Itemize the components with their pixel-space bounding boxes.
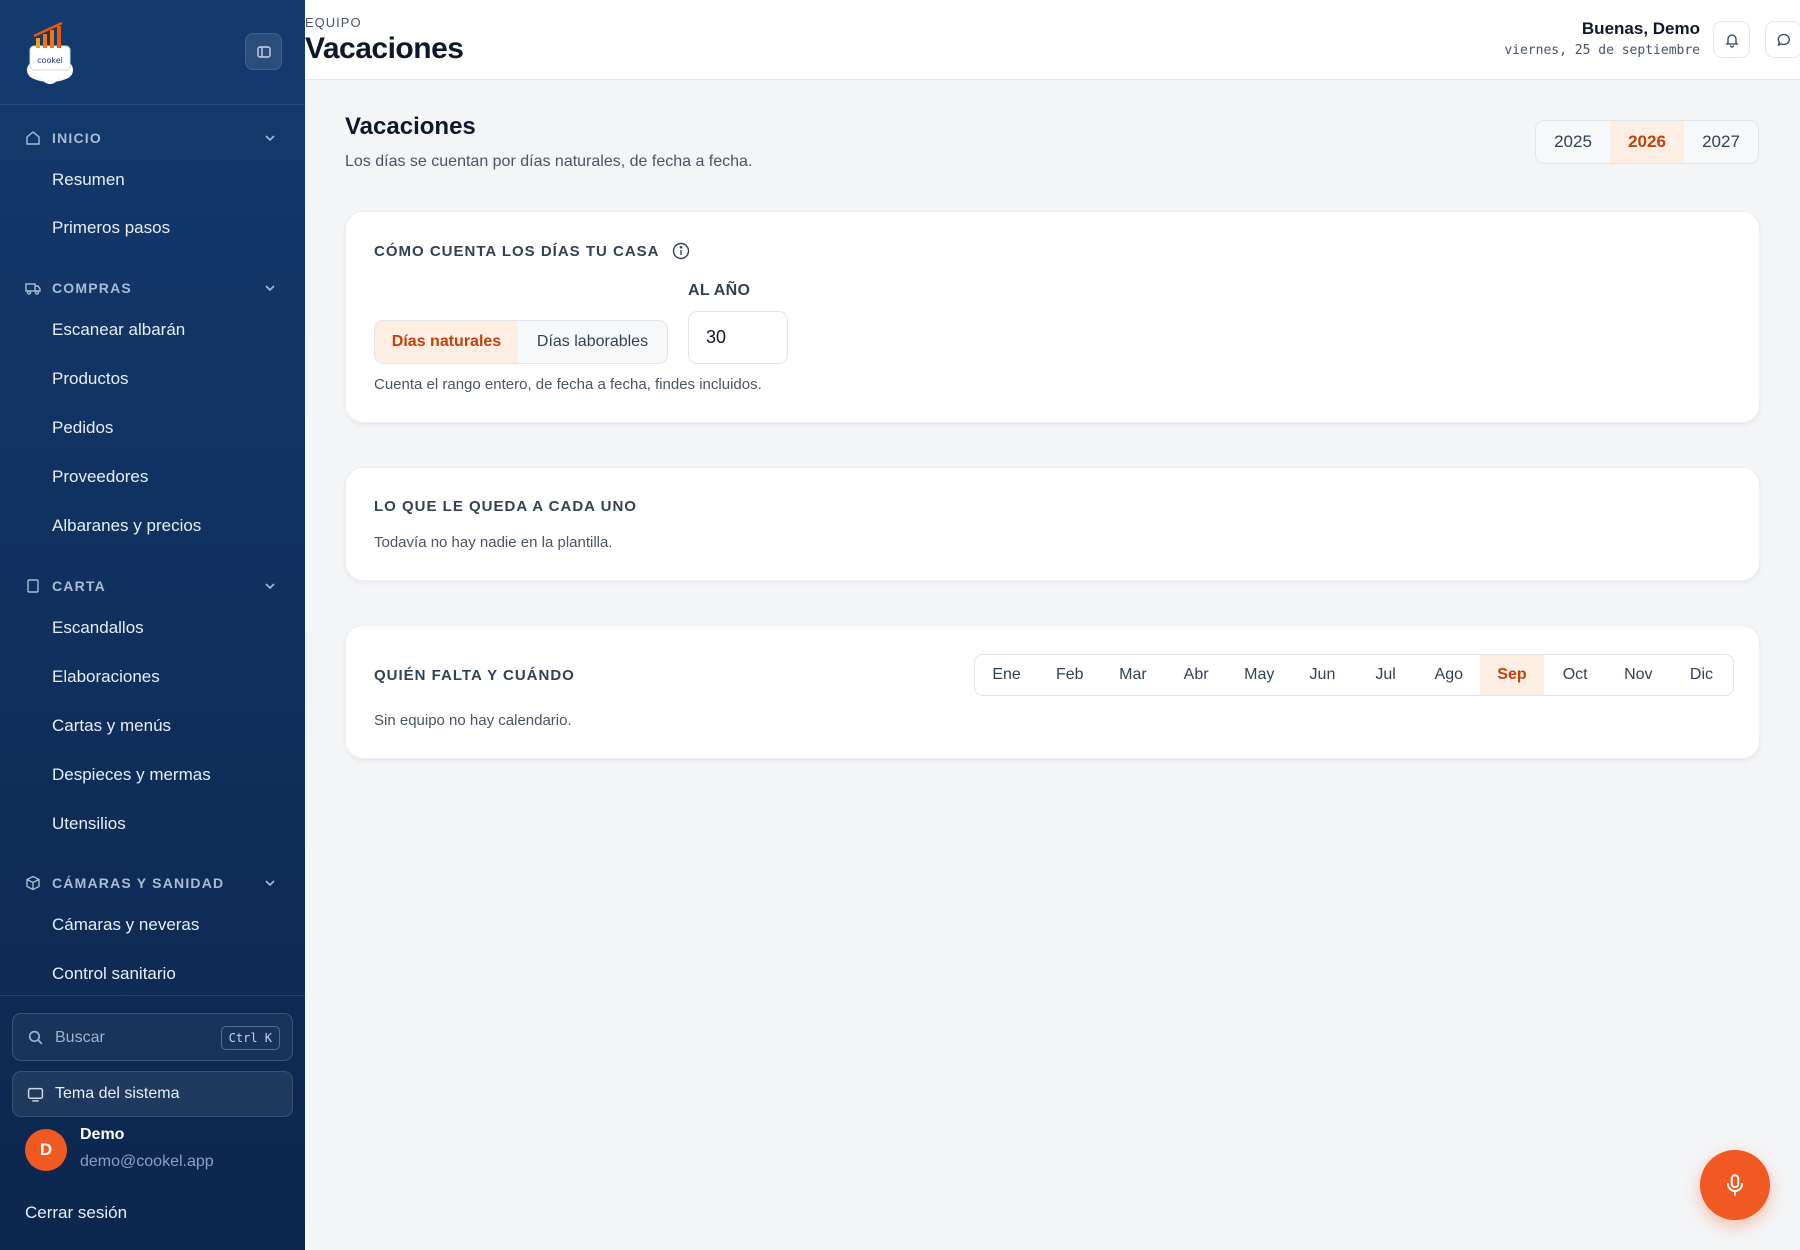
- avatar[interactable]: D: [25, 1129, 67, 1171]
- sidebar-item-primeros-pasos[interactable]: Primeros pasos: [52, 218, 170, 238]
- chevron-down-icon: [265, 583, 275, 590]
- page-subtitle: Los días se cuentan por días naturales, …: [345, 153, 753, 170]
- chevron-down-icon: [265, 285, 275, 292]
- logo-text: cookel: [37, 56, 63, 65]
- cookel-logo[interactable]: cookel: [22, 20, 78, 84]
- sidebar-item-albaranes-precios[interactable]: Albaranes y precios: [52, 516, 201, 536]
- remaining-days-card: LO QUE LE QUEDA A CADA UNO Todavía no ha…: [345, 467, 1760, 581]
- section-label: CÁMARAS Y SANIDAD: [52, 875, 225, 891]
- sidebar-footer: Buscar Ctrl K Tema del sistema D Demo de…: [0, 995, 305, 1250]
- user-name: Demo: [80, 1126, 125, 1143]
- absence-calendar-card: QUIÉN FALTA Y CUÁNDO Ene Feb Mar Abr May…: [345, 625, 1760, 759]
- section-label: INICIO: [52, 130, 102, 146]
- search-button[interactable]: Buscar Ctrl K: [12, 1013, 293, 1061]
- section-carta[interactable]: CARTA: [0, 566, 305, 606]
- header-title: Vacaciones: [305, 32, 464, 65]
- breadcrumb: EQUIPO: [305, 15, 362, 30]
- sidebar-item-cartas-menus[interactable]: Cartas y menús: [52, 716, 171, 736]
- sidebar-item-productos[interactable]: Productos: [52, 369, 129, 389]
- collapse-sidebar-button[interactable]: [245, 33, 282, 70]
- month-option-mar[interactable]: Mar: [1101, 655, 1164, 695]
- chat-button[interactable]: [1765, 21, 1800, 58]
- page-title: Vacaciones: [345, 113, 476, 140]
- theme-label: Tema del sistema: [55, 1085, 180, 1102]
- top-header: EQUIPO Vacaciones Buenas, Demo viernes, …: [305, 0, 1800, 80]
- month-option-feb[interactable]: Feb: [1038, 655, 1101, 695]
- month-option-nov[interactable]: Nov: [1607, 655, 1670, 695]
- month-option-sep[interactable]: Sep: [1480, 655, 1544, 695]
- card-title: QUIÉN FALTA Y CUÁNDO: [374, 667, 575, 684]
- per-year-label: AL AÑO: [688, 282, 751, 299]
- voice-input-button[interactable]: [1700, 1150, 1770, 1220]
- sidebar-item-proveedores[interactable]: Proveedores: [52, 467, 148, 487]
- sidebar-item-utensilios[interactable]: Utensilios: [52, 814, 126, 834]
- theme-toggle-button[interactable]: Tema del sistema: [12, 1071, 293, 1117]
- per-year-input[interactable]: [688, 311, 788, 364]
- sidebar-item-control-sanitario[interactable]: Control sanitario: [52, 964, 176, 984]
- search-placeholder: Buscar: [55, 1029, 105, 1046]
- year-selector: 2025 2026 2027: [1535, 120, 1759, 164]
- sidebar-toggle-icon: [256, 45, 271, 58]
- sidebar-item-pedidos[interactable]: Pedidos: [52, 418, 113, 438]
- month-option-ago[interactable]: Ago: [1417, 655, 1480, 695]
- year-option-2026[interactable]: 2026: [1610, 121, 1684, 163]
- current-date: viernes, 25 de septiembre: [1504, 43, 1700, 58]
- card-title: LO QUE LE QUEDA A CADA UNO: [374, 498, 637, 515]
- empty-state-text: Todavía no hay nadie en la plantilla.: [374, 534, 613, 551]
- year-option-2027[interactable]: 2027: [1684, 121, 1758, 163]
- section-label: COMPRAS: [52, 280, 132, 296]
- empty-state-text: Sin equipo no hay calendario.: [374, 712, 572, 729]
- year-option-2025[interactable]: 2025: [1536, 121, 1610, 163]
- month-option-jul[interactable]: Jul: [1354, 655, 1417, 695]
- greeting: Buenas, Demo: [1581, 19, 1700, 38]
- logout-link[interactable]: Cerrar sesión: [25, 1203, 127, 1223]
- search-shortcut: Ctrl K: [220, 1026, 280, 1050]
- chevron-down-icon: [265, 880, 275, 887]
- sidebar-item-elaboraciones[interactable]: Elaboraciones: [52, 667, 160, 687]
- month-option-ene[interactable]: Ene: [975, 655, 1038, 695]
- sidebar-item-camaras-neveras[interactable]: Cámaras y neveras: [52, 915, 199, 935]
- chevron-down-icon: [265, 135, 275, 142]
- truck-icon: [25, 283, 41, 295]
- home-icon: [26, 131, 40, 145]
- section-camaras-sanidad[interactable]: CÁMARAS Y SANIDAD: [0, 863, 305, 903]
- day-mode-hint: Cuenta el rango entero, de fecha a fecha…: [374, 376, 762, 393]
- month-option-oct[interactable]: Oct: [1544, 655, 1607, 695]
- sidebar-item-resumen[interactable]: Resumen: [52, 170, 125, 190]
- mode-option-laborables[interactable]: Días laborables: [518, 321, 667, 363]
- sidebar-nav: INICIO Resumen Primeros pasos COMPRAS Es…: [0, 105, 305, 995]
- month-option-dic[interactable]: Dic: [1670, 655, 1733, 695]
- monitor-icon: [27, 1087, 44, 1102]
- card-title: CÓMO CUENTA LOS DÍAS TU CASA: [374, 242, 690, 260]
- microphone-icon: [1726, 1174, 1744, 1196]
- chat-bubble-icon: [1776, 33, 1790, 46]
- sidebar-item-escanear-albaran[interactable]: Escanear albarán: [52, 320, 185, 340]
- sidebar-header: cookel: [0, 0, 305, 105]
- mode-option-naturales[interactable]: Días naturales: [375, 321, 518, 363]
- day-count-card: CÓMO CUENTA LOS DÍAS TU CASA Días natura…: [345, 211, 1760, 423]
- search-icon: [28, 1030, 43, 1045]
- sidebar: cookel INICIO Resumen Primeros pasos COM…: [0, 0, 305, 1250]
- month-option-abr[interactable]: Abr: [1165, 655, 1228, 695]
- section-inicio[interactable]: INICIO: [0, 118, 305, 158]
- section-label: CARTA: [52, 578, 106, 594]
- sidebar-item-despieces-mermas[interactable]: Despieces y mermas: [52, 765, 211, 785]
- box-icon: [26, 875, 40, 891]
- section-compras[interactable]: COMPRAS: [0, 268, 305, 308]
- month-option-jun[interactable]: Jun: [1291, 655, 1354, 695]
- day-mode-selector: Días naturales Días laborables: [374, 320, 668, 364]
- sidebar-item-escandallos[interactable]: Escandallos: [52, 618, 144, 638]
- bell-icon: [1724, 33, 1739, 48]
- card-title-text: CÓMO CUENTA LOS DÍAS TU CASA: [374, 243, 659, 260]
- info-icon[interactable]: [672, 242, 690, 260]
- month-selector: Ene Feb Mar Abr May Jun Jul Ago Sep Oct …: [974, 654, 1734, 696]
- notifications-button[interactable]: [1713, 21, 1750, 58]
- book-icon: [27, 579, 39, 593]
- month-option-may[interactable]: May: [1228, 655, 1291, 695]
- user-email: demo@cookel.app: [80, 1153, 214, 1170]
